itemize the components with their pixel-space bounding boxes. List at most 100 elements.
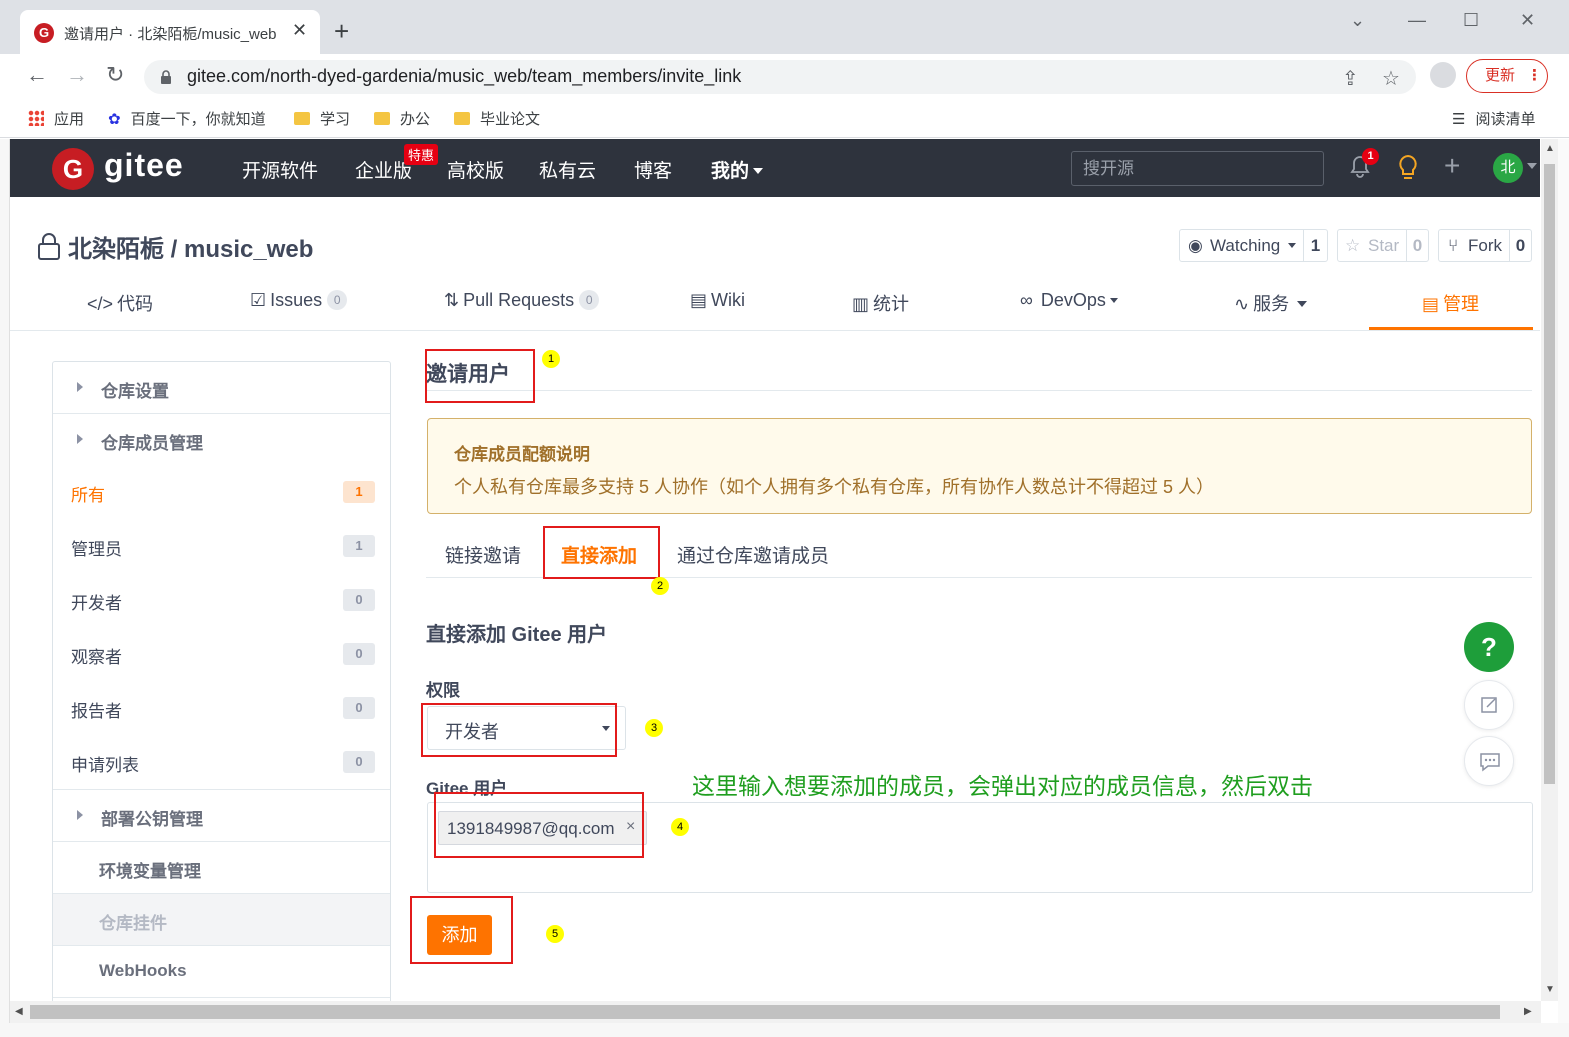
sidebar-item-applications[interactable]: 申请列表 0	[53, 736, 390, 790]
sidebar-item-deploy-keys[interactable]: 部署公钥管理	[53, 790, 390, 842]
chat-button[interactable]	[1464, 736, 1514, 786]
horizontal-scrollbar[interactable]: ◀ ▶	[10, 1001, 1541, 1023]
tab-invite-via-repo[interactable]: 通过仓库邀请成员	[677, 541, 829, 568]
annotation-marker-5: 5	[546, 925, 564, 943]
notification-badge: 1	[1362, 148, 1379, 165]
lightbulb-icon[interactable]	[1396, 154, 1420, 182]
feedback-button[interactable]	[1464, 680, 1514, 730]
tab-devops[interactable]: ∞ DevOps	[1020, 290, 1118, 311]
bookmark-folder-study[interactable]: 学习	[294, 108, 350, 129]
nav-mine[interactable]: 我的	[711, 156, 764, 183]
vertical-scroll-thumb[interactable]	[1544, 164, 1555, 784]
caret-right-icon	[77, 382, 83, 392]
window-close-icon[interactable]: ✕	[1520, 10, 1535, 31]
title-divider	[426, 390, 1532, 391]
reading-list[interactable]: ☰ 阅读清单	[1452, 108, 1535, 129]
back-icon[interactable]: ←	[26, 64, 48, 86]
chevron-down-icon	[1288, 243, 1296, 248]
sidebar-item-developer[interactable]: 开发者 0	[53, 574, 390, 628]
update-button[interactable]: 更新 ⋮	[1466, 59, 1548, 93]
sidebar-item-webhooks[interactable]: WebHooks	[53, 946, 390, 998]
chevron-down-icon	[1297, 301, 1308, 307]
bookmark-folder-office[interactable]: 办公	[374, 108, 430, 129]
fork-icon: ⑂	[1448, 236, 1459, 255]
tab-stats[interactable]: ▥ 统计	[852, 290, 909, 316]
lock-icon	[161, 70, 171, 84]
browser-tab[interactable]: G 邀请用户 · 北染陌栀/music_web ✕	[20, 10, 320, 54]
tab-issues[interactable]: ☑ Issues 0	[250, 290, 348, 311]
scroll-right-icon[interactable]: ▶	[1524, 1006, 1532, 1017]
tab-services[interactable]: ∿ 服务	[1234, 290, 1308, 316]
user-avatar[interactable]: 北	[1493, 153, 1523, 183]
tab-close-icon[interactable]: ✕	[292, 20, 307, 41]
create-plus-icon[interactable]: +	[1444, 151, 1460, 181]
annotation-marker-3: 3	[645, 719, 663, 737]
notice-title: 仓库成员配额说明	[454, 445, 590, 464]
star-icon: ☆	[1345, 236, 1361, 255]
gitee-logo-icon[interactable]: G	[52, 148, 94, 190]
nav-private-cloud[interactable]: 私有云	[539, 156, 596, 183]
star-button[interactable]: ☆ Star 0	[1337, 229, 1429, 262]
sidebar-item-admin[interactable]: 管理员 1	[53, 520, 390, 574]
tab-link-invite[interactable]: 链接邀请	[445, 541, 521, 568]
maximize-icon[interactable]: ☐	[1463, 10, 1479, 31]
tab-manage[interactable]: ▤ 管理	[1422, 290, 1479, 316]
chevron-down-icon	[1109, 298, 1118, 303]
minimize-icon[interactable]: —	[1408, 10, 1426, 31]
annotation-box-3	[421, 703, 617, 757]
bookmark-star-icon[interactable]: ☆	[1382, 66, 1400, 91]
bookmark-folder-thesis[interactable]: 毕业论文	[454, 108, 540, 129]
address-bar[interactable]: gitee.com/north-dyed-gardenia/music_web/…	[144, 60, 1416, 94]
sidebar-item-member-mgmt[interactable]: 仓库成员管理	[53, 414, 390, 466]
share-icon[interactable]: ⇪	[1342, 66, 1359, 91]
scroll-up-icon[interactable]: ▲	[1545, 143, 1555, 154]
browser-tabstrip: G 邀请用户 · 北染陌栀/music_web ✕ + ⌄ — ☐ ✕	[0, 0, 1569, 54]
caret-right-icon	[77, 434, 83, 444]
new-tab-button[interactable]: +	[334, 18, 349, 44]
annotation-box-5	[410, 896, 513, 964]
profile-icon[interactable]	[1430, 62, 1456, 88]
nav-blog[interactable]: 博客	[634, 156, 672, 183]
notice-body: 个人私有仓库最多支持 5 人协作（如个人拥有多个私有仓库，所有协作人数总计不得超…	[454, 477, 1215, 497]
nav-open-source[interactable]: 开源软件	[242, 156, 318, 183]
vertical-scrollbar[interactable]: ▲ ▼	[1541, 139, 1558, 1001]
bookmark-apps[interactable]: 应用	[28, 108, 84, 129]
count-badge: 1	[343, 481, 375, 503]
fork-count: 0	[1509, 230, 1531, 261]
nav-education[interactable]: 高校版	[447, 156, 504, 183]
scroll-down-icon[interactable]: ▼	[1545, 984, 1555, 995]
pr-count: 0	[579, 290, 600, 310]
gitee-logo-text[interactable]: gitee	[104, 147, 184, 184]
bookmarks-bar: 应用 ✿ 百度一下，你就知道 学习 办公 毕业论文 ☰ 阅读清单	[0, 98, 1569, 138]
tab-search-icon[interactable]: ⌄	[1350, 10, 1365, 31]
scroll-left-icon[interactable]: ◀	[15, 1006, 23, 1017]
bookmark-baidu[interactable]: ✿ 百度一下，你就知道	[108, 108, 266, 129]
sidebar-item-all[interactable]: 所有 1	[53, 466, 390, 520]
help-button[interactable]: ?	[1464, 622, 1514, 672]
bottom-window-edge	[0, 1023, 1569, 1037]
sidebar-item-repo-settings[interactable]: 仓库设置	[53, 362, 390, 414]
url-text[interactable]: gitee.com/north-dyed-gardenia/music_web/…	[187, 66, 741, 87]
chevron-down-icon[interactable]	[1527, 163, 1537, 169]
watch-button[interactable]: ◉ Watching 1	[1179, 229, 1328, 262]
sidebar-item-observer[interactable]: 观察者 0	[53, 628, 390, 682]
watch-label: Watching	[1210, 236, 1281, 255]
sidebar-item-reporter[interactable]: 报告者 0	[53, 682, 390, 736]
repo-title[interactable]: 北染陌栀 / music_web	[68, 229, 313, 264]
fork-label: Fork	[1468, 236, 1502, 255]
tab-wiki[interactable]: ▤ Wiki	[690, 290, 745, 311]
reload-icon[interactable]: ↻	[106, 64, 124, 86]
baidu-paw-icon: ✿	[108, 111, 121, 128]
tab-pull-requests[interactable]: ⇅ Pull Requests 0	[444, 290, 600, 311]
private-lock-icon	[38, 233, 60, 260]
annotation-marker-1: 1	[542, 350, 560, 368]
fork-button[interactable]: ⑂ Fork 0	[1438, 229, 1532, 262]
settings-sidebar: 仓库设置 仓库成员管理 所有 1 管理员 1 开发者 0 观察者 0 报告者 0…	[52, 361, 391, 1011]
forward-icon[interactable]: →	[66, 64, 88, 86]
infinity-icon: ∞	[1020, 290, 1033, 310]
search-input[interactable]: 搜开源	[1071, 151, 1324, 186]
tab-code[interactable]: </> 代码	[87, 290, 153, 316]
sidebar-item-env-vars[interactable]: 环境变量管理	[53, 842, 390, 894]
pulse-icon: ∿	[1234, 294, 1250, 314]
horizontal-scroll-thumb[interactable]	[30, 1005, 1500, 1019]
